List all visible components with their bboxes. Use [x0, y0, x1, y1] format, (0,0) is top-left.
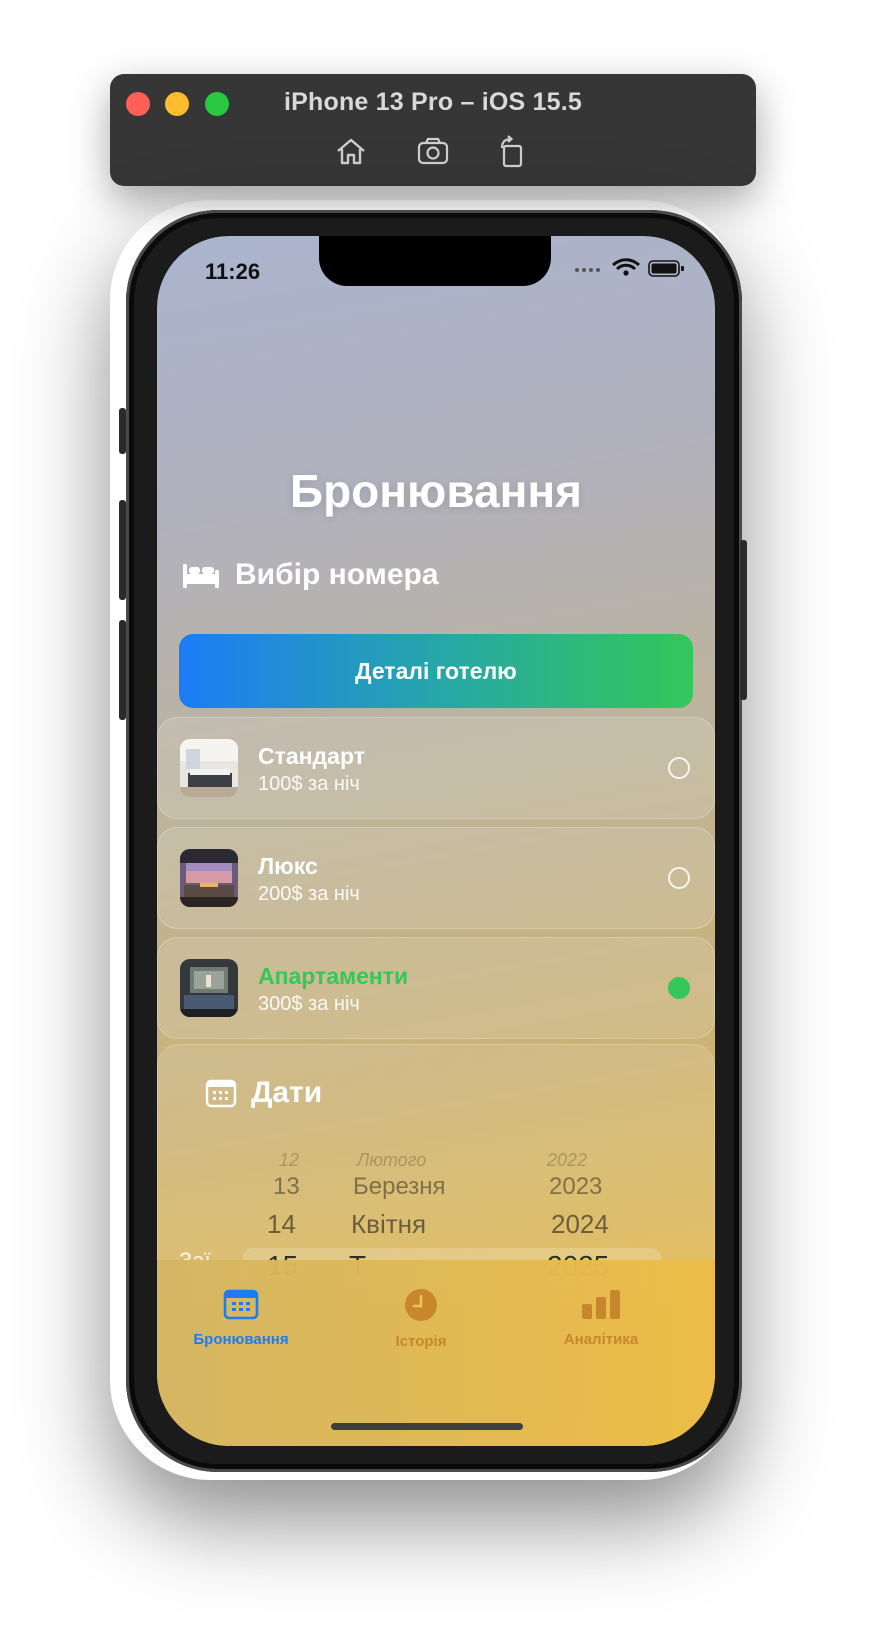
phone-screen: 11:26 Бронювання Вибір номера Деталі гот…	[157, 236, 715, 1446]
room-lux-photo	[180, 849, 238, 907]
room-select-radio[interactable]	[668, 757, 690, 779]
picker-month[interactable]: Лютого	[357, 1150, 426, 1171]
picker-year[interactable]: 2022	[547, 1150, 587, 1171]
tab-history[interactable]: Історія	[351, 1288, 491, 1350]
bed-icon	[181, 560, 221, 590]
room-select-radio-selected[interactable]	[668, 977, 690, 999]
room-price: 200$ за ніч	[258, 883, 360, 905]
room-price: 100$ за ніч	[258, 773, 360, 795]
dates-section-header: Дати	[205, 1076, 322, 1110]
room-name: Стандарт	[258, 743, 365, 769]
tab-history-label: Історія	[395, 1333, 447, 1350]
page-title: Бронювання	[290, 465, 582, 517]
hotel-details-button[interactable]: Деталі готелю	[179, 634, 693, 708]
rooms-section-title: Вибір номера	[235, 558, 439, 591]
picker-year[interactable]: 2023	[549, 1173, 602, 1201]
status-time: 11:26	[205, 259, 261, 284]
power-button	[740, 540, 747, 700]
room-card-lux[interactable]: Люкс 200$ за ніч	[157, 827, 715, 929]
rotate-icon[interactable]	[494, 134, 532, 170]
home-icon[interactable]	[332, 134, 370, 170]
dates-section-title: Дати	[251, 1076, 323, 1109]
clock-icon	[403, 1289, 439, 1326]
tab-analytics-label: Аналітика	[563, 1331, 639, 1348]
room-select-radio[interactable]	[668, 867, 690, 889]
home-indicator[interactable]	[331, 1423, 523, 1430]
calendar-icon	[223, 1289, 259, 1324]
tab-booking[interactable]: Бронювання	[171, 1288, 311, 1348]
tab-analytics[interactable]: Аналітика	[531, 1288, 671, 1348]
picker-day[interactable]: 14	[267, 1209, 296, 1240]
rooms-section-header: Вибір номера	[181, 558, 439, 592]
simulator-title: iPhone 13 Pro – iOS 15.5	[284, 88, 582, 116]
tab-booking-label: Бронювання	[193, 1331, 289, 1348]
simulator-titlebar: iPhone 13 Pro – iOS 15.5	[110, 74, 756, 186]
room-card-apartments[interactable]: Апартаменти 300$ за ніч	[157, 937, 715, 1039]
mute-switch	[119, 408, 126, 454]
picker-month[interactable]: Березня	[353, 1173, 446, 1201]
room-standard-photo	[180, 739, 238, 797]
status-indicators	[569, 256, 689, 280]
room-card-standard[interactable]: Стандарт 100$ за ніч	[157, 717, 715, 819]
picker-day[interactable]: 12	[279, 1150, 299, 1171]
room-name: Апартаменти	[258, 963, 409, 989]
screenshot-icon[interactable]	[415, 134, 453, 170]
picker-year[interactable]: 2024	[551, 1209, 609, 1240]
calendar-icon	[205, 1078, 237, 1108]
tab-bar: Бронювання Історія Аналітика	[157, 1260, 715, 1446]
cellular-wifi-battery-icon	[575, 258, 684, 277]
notch	[319, 236, 551, 286]
volume-up-button	[119, 500, 126, 600]
bar-chart-icon	[580, 1290, 622, 1324]
picker-month[interactable]: Квітня	[351, 1209, 426, 1240]
room-price: 300$ за ніч	[258, 993, 360, 1015]
room-apartments-photo	[180, 959, 238, 1017]
room-name: Люкс	[258, 853, 318, 879]
volume-down-button	[119, 620, 126, 720]
picker-day[interactable]: 13	[273, 1173, 300, 1201]
